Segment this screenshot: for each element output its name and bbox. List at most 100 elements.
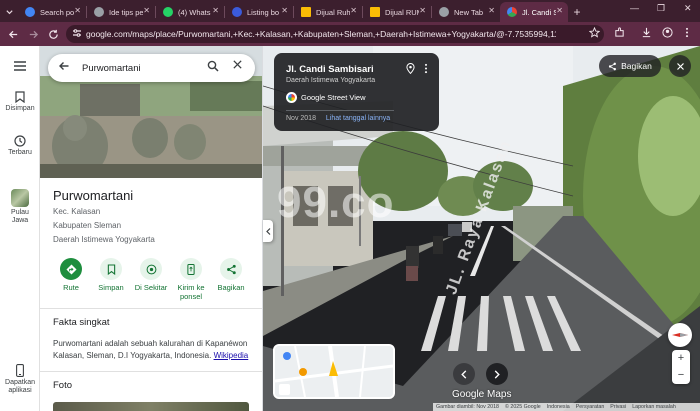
back-icon[interactable] — [3, 24, 23, 44]
browser-tab[interactable]: Dijual Ruh ✕ — [294, 2, 362, 22]
kebab-menu-icon[interactable] — [684, 27, 690, 41]
report-problem-link[interactable]: Laporkan masalah — [632, 404, 676, 410]
more-options-icon[interactable] — [424, 63, 428, 74]
menu-button[interactable] — [0, 61, 40, 73]
street-view-info-card: Jl. Candi Sambisari Daerah Istimewa Yogy… — [274, 53, 439, 131]
chevron-left-icon — [265, 227, 270, 235]
restore-icon[interactable]: ❐ — [657, 3, 665, 14]
divider — [40, 371, 262, 372]
rail-get-app[interactable]: Dapatkan aplikasi — [0, 364, 40, 396]
location-pin-icon[interactable] — [406, 63, 415, 74]
rail-recent-place[interactable]: Pulau Jawa — [0, 189, 40, 226]
tab-favicon-icon — [94, 7, 104, 17]
close-icon — [676, 62, 684, 70]
chevron-left-icon — [461, 369, 467, 379]
search-input[interactable]: Purwomartani — [82, 63, 141, 74]
close-tab-icon[interactable]: ✕ — [74, 6, 81, 15]
directions-icon — [60, 258, 82, 280]
reload-icon[interactable] — [43, 24, 63, 44]
expand-map-icon[interactable] — [279, 384, 290, 395]
region-link[interactable]: Indonesia — [547, 404, 570, 410]
browser-tab[interactable]: New Tab ✕ — [432, 2, 500, 22]
address-bar[interactable]: google.com/maps/place/Purwomartani,+Kec.… — [66, 25, 604, 43]
privacy-link[interactable]: Privasi — [610, 404, 626, 410]
browser-tab[interactable]: (4) Whats ✕ — [156, 2, 224, 22]
previous-step-button[interactable] — [453, 363, 475, 385]
directions-button[interactable]: Rute — [49, 258, 93, 292]
zoom-out-button[interactable]: − — [672, 367, 690, 384]
tab-search-button[interactable] — [0, 2, 18, 22]
browser-tab[interactable]: Listing bo ✕ — [225, 2, 293, 22]
maps-left-rail: Disimpan Terbaru Pulau Jawa Dapatkan apl… — [0, 46, 40, 411]
see-more-dates-link[interactable]: Lihat tanggal lainnya — [326, 115, 390, 122]
close-tab-icon[interactable]: ✕ — [212, 6, 219, 15]
url-text: google.com/maps/place/Purwomartani,+Kec.… — [86, 29, 556, 39]
compass-button[interactable] — [668, 323, 692, 347]
facts-text-block: Purwomartani adalah sebuah kalurahan di … — [53, 338, 253, 361]
clear-search-icon[interactable] — [232, 59, 243, 70]
close-tab-icon[interactable]: ✕ — [419, 6, 426, 15]
close-tab-icon[interactable]: ✕ — [281, 6, 288, 15]
minimize-icon[interactable]: — — [630, 3, 639, 13]
nearby-button[interactable]: Di Sekitar — [129, 258, 173, 292]
browser-tab[interactable]: Search po ✕ — [18, 2, 86, 22]
wikipedia-link[interactable]: Wikipedia — [214, 351, 249, 360]
rail-saved[interactable]: Disimpan — [0, 91, 40, 112]
profile-icon[interactable] — [662, 27, 673, 41]
action-row: Rute Simpan Di Sekitar Kirim ke ponsel B… — [40, 258, 262, 308]
place-thumbnail — [11, 189, 29, 207]
tab-favicon-icon — [232, 7, 242, 17]
address-line: Daerah Istimewa Yogyakarta — [53, 235, 155, 244]
rail-recent[interactable]: Terbaru — [0, 135, 40, 156]
street-view-source: Google Street View — [286, 92, 427, 103]
browser-toolbar: google.com/maps/place/Purwomartani,+Kec.… — [0, 22, 700, 46]
tab-favicon-icon — [25, 7, 35, 17]
share-button[interactable]: Bagikan — [209, 258, 253, 292]
bookmark-icon — [100, 258, 122, 280]
street-region: Daerah Istimewa Yogyakarta — [286, 77, 376, 84]
maps-favicon-icon — [507, 7, 517, 17]
capture-date-row: Nov 2018 Lihat tanggal lainnya — [286, 115, 390, 122]
tab-favicon-icon — [301, 7, 311, 17]
tab-favicon-icon — [439, 7, 449, 17]
watermark-text: 99.co — [277, 178, 395, 227]
browser-tab-active[interactable]: Jl. Candi S ✕ — [500, 2, 568, 22]
google-maps-logo: Google Maps — [452, 389, 512, 400]
back-arrow-icon[interactable] — [58, 60, 70, 72]
capture-date: Nov 2018 — [286, 115, 316, 122]
close-tab-icon[interactable]: ✕ — [143, 6, 150, 15]
photo-thumbnail[interactable] — [53, 402, 249, 411]
collapse-panel-button[interactable] — [263, 220, 273, 242]
save-button[interactable]: Simpan — [89, 258, 133, 292]
next-step-button[interactable] — [486, 363, 508, 385]
send-to-phone-icon — [180, 258, 202, 280]
forward-icon[interactable] — [23, 24, 43, 44]
browser-tab[interactable]: Dijual RUM✕ — [363, 2, 431, 22]
close-street-view-button[interactable] — [669, 55, 691, 77]
close-tab-icon[interactable]: ✕ — [350, 6, 357, 15]
share-street-view-button[interactable]: Bagikan — [599, 55, 661, 77]
tab-strip: Search po ✕ Ide tips pe ✕ (4) Whats ✕ Listi… — [0, 0, 700, 22]
history-icon — [14, 135, 26, 147]
search-box[interactable]: Purwomartani — [48, 54, 255, 82]
photos-title: Foto — [53, 380, 73, 391]
site-info-icon[interactable] — [72, 28, 82, 38]
zoom-in-button[interactable]: + — [672, 350, 690, 367]
send-to-phone-button[interactable]: Kirim ke ponsel — [169, 258, 213, 301]
compass-icon — [672, 333, 688, 337]
download-icon[interactable] — [641, 27, 652, 41]
extensions-icon[interactable] — [614, 27, 625, 41]
close-window-icon[interactable]: ✕ — [684, 3, 692, 14]
bookmark-star-icon[interactable] — [589, 27, 600, 38]
attribution-bar: Gambar diambil: Nov 2018 © 2025 Google I… — [433, 403, 700, 411]
search-icon[interactable] — [207, 60, 219, 72]
share-icon — [220, 258, 242, 280]
close-tab-icon[interactable]: ✕ — [488, 6, 495, 15]
divider — [40, 308, 262, 309]
browser-tab[interactable]: Ide tips pe ✕ — [87, 2, 155, 22]
mini-map[interactable] — [273, 344, 395, 399]
terms-link[interactable]: Persyaratan — [576, 404, 605, 410]
new-tab-button[interactable]: + — [568, 2, 586, 22]
place-hero-photo[interactable]: Purwomartani — [40, 46, 262, 178]
close-tab-icon[interactable]: ✕ — [556, 6, 563, 15]
